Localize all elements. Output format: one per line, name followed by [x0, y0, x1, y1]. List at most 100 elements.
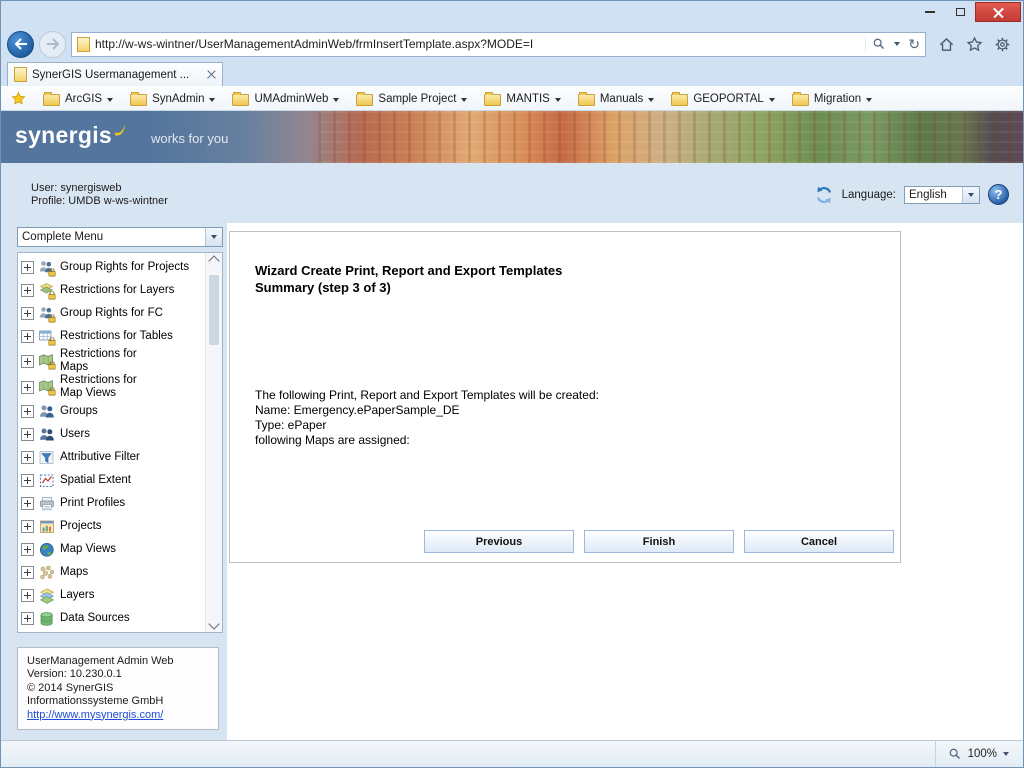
sync-refresh-icon[interactable] [814, 185, 834, 205]
wizard-panel: Wizard Create Print, Report and Export T… [229, 231, 901, 563]
favorite-label: Manuals [600, 93, 643, 105]
expand-plus-button[interactable] [21, 261, 34, 274]
previous-button[interactable]: Previous [424, 530, 574, 553]
forward-button[interactable] [39, 31, 66, 58]
content-area: Complete Menu Group Rights for Projects … [1, 223, 1023, 740]
home-icon[interactable] [938, 36, 955, 53]
scroll-up-icon[interactable] [208, 255, 219, 266]
select-arrow-button[interactable] [205, 228, 222, 246]
search-icon[interactable] [872, 37, 886, 51]
expand-plus-button[interactable] [21, 307, 34, 320]
sidebar-item-partial[interactable] [21, 630, 202, 633]
sidebar-item-layers[interactable]: Layers [21, 584, 202, 607]
tree-item-label: Restrictions for Layers [60, 284, 174, 297]
language-label: Language: [842, 189, 896, 201]
summary-type: Type: ePaper [255, 418, 599, 433]
favorite-item-mantis[interactable]: MANTIS [484, 92, 560, 106]
favorite-item-arcgis[interactable]: ArcGIS [43, 92, 113, 106]
expand-plus-button[interactable] [21, 589, 34, 602]
synergis-logo: synergis [15, 122, 127, 149]
tree-item-label: Attributive Filter [60, 451, 140, 464]
address-bar[interactable]: ↻ [71, 32, 926, 57]
sidebar-item-spatial-extent[interactable]: Spatial Extent [21, 469, 202, 492]
select-arrow-button[interactable] [962, 187, 979, 203]
sidebar-item-maps[interactable]: Maps [21, 561, 202, 584]
folder-icon [356, 94, 373, 106]
expand-plus-button[interactable] [21, 497, 34, 510]
menu-filter-select[interactable]: Complete Menu [17, 227, 223, 247]
synergis-link[interactable]: http://www.mysynergis.com/ [27, 709, 163, 721]
scroll-thumb[interactable] [209, 275, 219, 345]
sidebar-item-projects[interactable]: Projects [21, 515, 202, 538]
sidebar-item-restrictions-for-tables[interactable]: Restrictions for Tables [21, 325, 202, 348]
browser-tab[interactable]: SynerGIS Usermanagement ... [7, 62, 223, 86]
expand-plus-button[interactable] [21, 474, 34, 487]
expand-plus-button[interactable] [21, 284, 34, 297]
favorite-item-umadminweb[interactable]: UMAdminWeb [232, 92, 339, 106]
settings-gear-icon[interactable] [994, 36, 1011, 53]
add-favorite-star-icon[interactable] [11, 91, 26, 106]
favorite-item-geoportal[interactable]: GEOPORTAL [671, 92, 775, 106]
maximize-button[interactable] [945, 2, 975, 22]
sidebar-item-restrictions-for-layers[interactable]: Restrictions for Layers [21, 279, 202, 302]
url-input[interactable] [95, 37, 860, 51]
projects-icon [38, 518, 56, 536]
address-row: ↻ [1, 29, 1023, 61]
expand-plus-button[interactable] [21, 428, 34, 441]
user-label: User: synergisweb [31, 182, 168, 195]
print-profiles-icon [38, 495, 56, 513]
zoom-control[interactable]: 100% [935, 741, 1009, 767]
refresh-icon[interactable]: ↻ [908, 37, 920, 51]
expand-plus-button[interactable] [21, 405, 34, 418]
sidebar-item-users[interactable]: Users [21, 423, 202, 446]
tree-item-label: Print Profiles [60, 497, 125, 510]
favorite-item-synadmin[interactable]: SynAdmin [130, 92, 215, 106]
scroll-down-icon[interactable] [208, 618, 219, 629]
expand-plus-button[interactable] [21, 355, 34, 368]
finish-button[interactable]: Finish [584, 530, 734, 553]
menu-filter-value: Complete Menu [18, 231, 205, 243]
tree-item-label: Projects [60, 520, 102, 533]
sidebar-item-data-sources[interactable]: Data Sources [21, 607, 202, 630]
favorite-label: Sample Project [378, 93, 456, 105]
folder-icon [671, 94, 688, 106]
favorite-item-manuals[interactable]: Manuals [578, 92, 654, 106]
expand-plus-button[interactable] [21, 330, 34, 343]
sidebar-item-group-rights-for-fc[interactable]: Group Rights for FC [21, 302, 202, 325]
sidebar-item-attributive-filter[interactable]: Attributive Filter [21, 446, 202, 469]
tab-close-icon[interactable] [207, 70, 216, 79]
autocomplete-chevron-icon[interactable] [894, 42, 900, 46]
profile-label: Profile: UMDB w-ws-wintner [31, 195, 168, 208]
cancel-button[interactable]: Cancel [744, 530, 894, 553]
expand-plus-button[interactable] [21, 520, 34, 533]
folder-icon [232, 94, 249, 106]
menu-scrollbar[interactable] [205, 253, 222, 632]
summary-maps: following Maps are assigned: [255, 433, 599, 448]
sidebar-item-groups[interactable]: Groups [21, 400, 202, 423]
favorite-item-migration[interactable]: Migration [792, 92, 872, 106]
wizard-subtitle: Summary (step 3 of 3) [255, 279, 562, 296]
group-rights-fc-icon [38, 305, 56, 323]
minimize-icon [925, 11, 935, 13]
sidebar-item-restrictions-for-maps[interactable]: Restrictions for Maps [21, 348, 202, 374]
help-button[interactable]: ? [988, 184, 1009, 205]
sidebar-item-map-views[interactable]: Map Views [21, 538, 202, 561]
about-box: UserManagement Admin Web Version: 10.230… [17, 647, 219, 731]
favorite-item-sample-project[interactable]: Sample Project [356, 92, 467, 106]
expand-plus-button[interactable] [21, 612, 34, 625]
sidebar-item-print-profiles[interactable]: Print Profiles [21, 492, 202, 515]
tab-favicon [14, 67, 27, 82]
language-value: English [905, 189, 962, 201]
expand-plus-button[interactable] [21, 543, 34, 556]
language-select[interactable]: English [904, 186, 980, 204]
sidebar-item-group-rights-for-projects[interactable]: Group Rights for Projects [21, 256, 202, 279]
tree-item-label: Spatial Extent [60, 474, 131, 487]
expand-plus-button[interactable] [21, 451, 34, 464]
expand-plus-button[interactable] [21, 566, 34, 579]
sidebar-item-restrictions-for-map-views[interactable]: Restrictions for Map Views [21, 374, 202, 400]
minimize-button[interactable] [915, 2, 945, 22]
expand-plus-button[interactable] [21, 381, 34, 394]
close-button[interactable] [975, 2, 1021, 22]
favorites-star-icon[interactable] [966, 36, 983, 53]
back-button[interactable] [7, 31, 34, 58]
